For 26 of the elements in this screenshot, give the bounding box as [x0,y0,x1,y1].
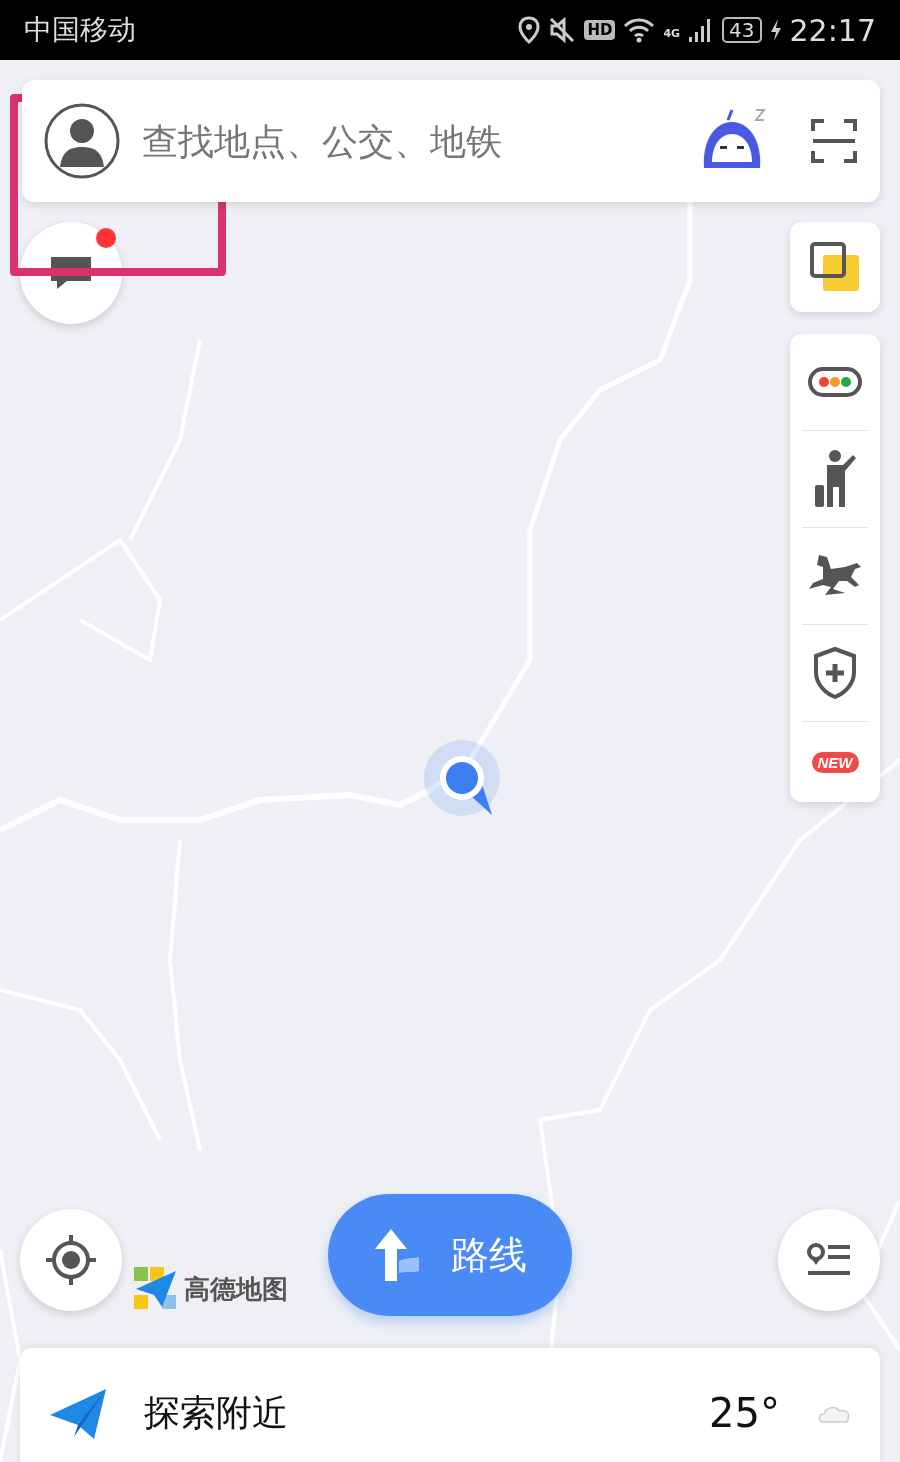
temperature: 25° [709,1390,780,1436]
search-field[interactable]: 查找地点、公交、地铁 [142,120,676,162]
explore-card[interactable]: 探索附近 25° [20,1348,880,1462]
location-marker-icon [422,738,502,818]
traffic-light-icon [808,367,862,397]
carrier-name: 中国移动 [24,12,137,48]
explore-label: 探索附近 [144,1390,289,1435]
avatar-icon[interactable] [44,103,120,179]
battery-level: 43 [722,17,762,43]
turn-arrow-icon [373,1227,421,1283]
route-button[interactable]: 路线 [328,1194,572,1316]
network-type: 4G [663,26,681,40]
logo-text: 高德地图 [184,1272,288,1306]
shield-plus-icon [812,646,858,700]
clock: 22:17 [789,12,876,48]
hd-badge: HD [584,20,616,40]
location-icon [518,16,541,44]
muted-speaker-icon [548,16,577,44]
new-button[interactable]: NEW [802,722,868,802]
person-with-luggage-icon [813,449,857,509]
scan-icon[interactable] [810,117,858,165]
charging-icon [769,18,782,42]
layers-icon [809,241,861,293]
crosshair-icon [44,1233,98,1287]
layers-button[interactable] [790,222,880,312]
wifi-icon [623,17,656,43]
